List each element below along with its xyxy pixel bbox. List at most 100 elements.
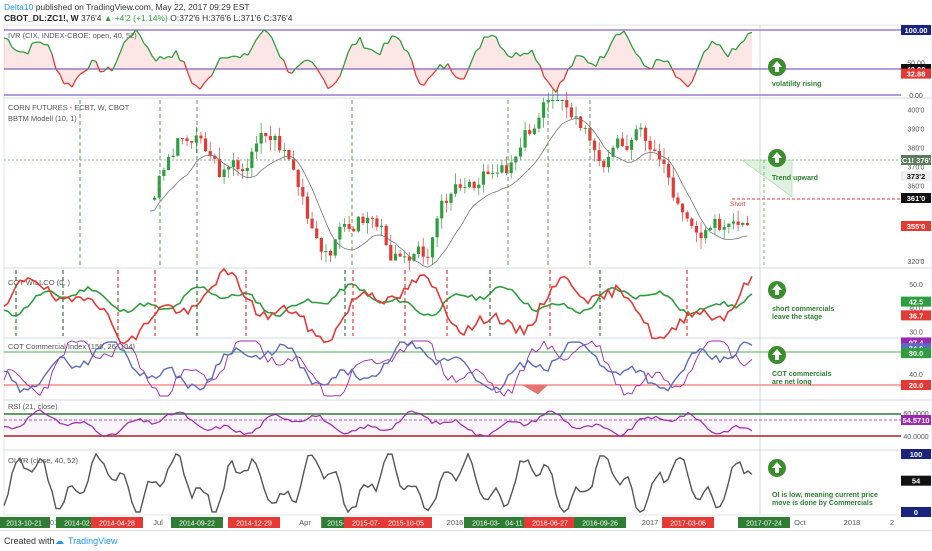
time-marker-label: 04-11 [505,521,522,528]
price-candle-body [172,156,175,157]
price-candle-body [561,100,564,101]
price-tag-361: 361'0 [907,194,925,203]
oivr-note-line: move is done by Commercials [772,500,873,507]
price-candle-body [218,159,221,177]
oivr-tag-100: 100 [910,450,923,459]
price-candle-body [269,136,272,140]
price-candle-body [523,130,526,147]
cot-note-line: are net long [772,379,812,386]
price-candle-body [204,138,207,151]
willco-tag-42: 42.5 [909,298,924,307]
price-candle-body [667,164,670,178]
price-candle-body [357,217,360,232]
price-candle-body [491,173,494,174]
price-candle-body [630,140,633,150]
chart-canvas[interactable]: IVR (CIX, INDEX-CBOE: open, 40, 52)100.0… [0,0,932,530]
time-marker-label: 2017-03-06 [670,521,706,528]
price-candle-body [181,138,184,139]
price-candle-body [746,223,749,225]
price-candle-body [301,187,304,197]
price-candle-body [570,107,573,117]
willco-red-line [4,269,752,344]
price-candle-body [574,116,577,117]
tradingview-logo-icon: ☁ [55,536,64,547]
price-candle-body [297,170,300,187]
time-label: Oct [794,518,807,527]
price-candle-body [352,229,355,232]
time-marker-label: 2013-10-21 [6,521,42,528]
cot-low-fill [522,385,548,394]
price-title: CORN FUTURES - ECBT, W, CBOT [8,103,130,112]
price-candle-body [459,184,462,187]
price-candle-body [236,160,239,169]
price-candle-body [371,218,374,219]
price-candle-body [222,170,225,178]
axis-frame-4 [760,400,932,450]
time-marker-label: 2014-12-29 [236,521,272,528]
willco-note-line: short commercials [772,306,834,313]
ivr-tick: 32.88 [907,70,926,79]
price-candle-body [602,161,605,167]
price-candle-body [385,226,388,245]
price-candle-body [732,222,735,224]
price-candle-body [741,223,744,225]
time-label: Jul [153,518,163,527]
price-note-line: Trend upward [772,175,818,182]
price-candle-body [190,141,193,143]
ivr-line-segment [168,57,172,58]
price-candle-body [338,227,341,240]
price-candle-body [593,141,596,151]
price-candle-body [348,224,351,229]
ivr-line-segment [32,42,36,43]
price-candle-body [199,136,202,139]
price-candle-body [162,170,165,176]
price-candle-body [625,146,628,150]
price-candle-body [463,187,466,188]
time-label: 2017 [642,518,659,527]
price-candle-body [380,226,383,227]
ivr-line-segment [732,49,736,50]
oivr-tag-54: 54 [912,477,921,486]
price-candle-body [246,168,249,171]
price-candle-body [445,201,448,203]
cot-tick: 40.0 [909,372,923,379]
time-marker-label: 2017-07-24 [746,521,782,528]
price-candle-body [709,228,712,230]
price-candle-body [519,148,522,157]
price-tick: 370'0 [908,164,925,171]
price-candle-body [723,227,726,230]
ivr-line-segment [524,53,528,54]
price-candle-body [644,128,647,141]
price-candle-body [468,182,471,187]
tradingview-brand[interactable]: TradingView [68,536,118,546]
price-candle-body [473,182,476,188]
price-candle-body [584,128,587,129]
price-candle-body [329,251,332,256]
willco-tag-36: 36.7 [909,311,924,320]
ivr-line-segment [716,44,720,45]
price-tag-373: 373'2 [907,172,925,181]
price-candle-body [510,162,513,173]
price-candle-body [718,219,721,230]
price-candle-body [273,136,276,140]
willco-tick: 50.0 [909,282,923,289]
price-candle-body [542,102,545,117]
rsi-tag: 54.5710 [902,416,929,425]
price-candle-body [653,150,656,151]
price-tick: 380'0 [908,145,925,152]
price-candle-body [283,150,286,151]
price-candle-body [278,136,281,150]
price-candle-body [551,100,554,101]
time-label: 2 [890,518,894,527]
price-candle-body [713,219,716,228]
price-candle-body [324,251,327,252]
price-candle-body [398,254,401,257]
price-candle-body [167,157,170,170]
time-label: Apr [299,518,311,527]
price-candle-body [343,224,346,227]
price-candle-body [704,230,707,238]
price-candle-body [232,160,235,167]
price-tick: 360'0 [908,183,925,190]
price-candle-body [310,219,313,229]
price-candle-body [431,237,434,257]
